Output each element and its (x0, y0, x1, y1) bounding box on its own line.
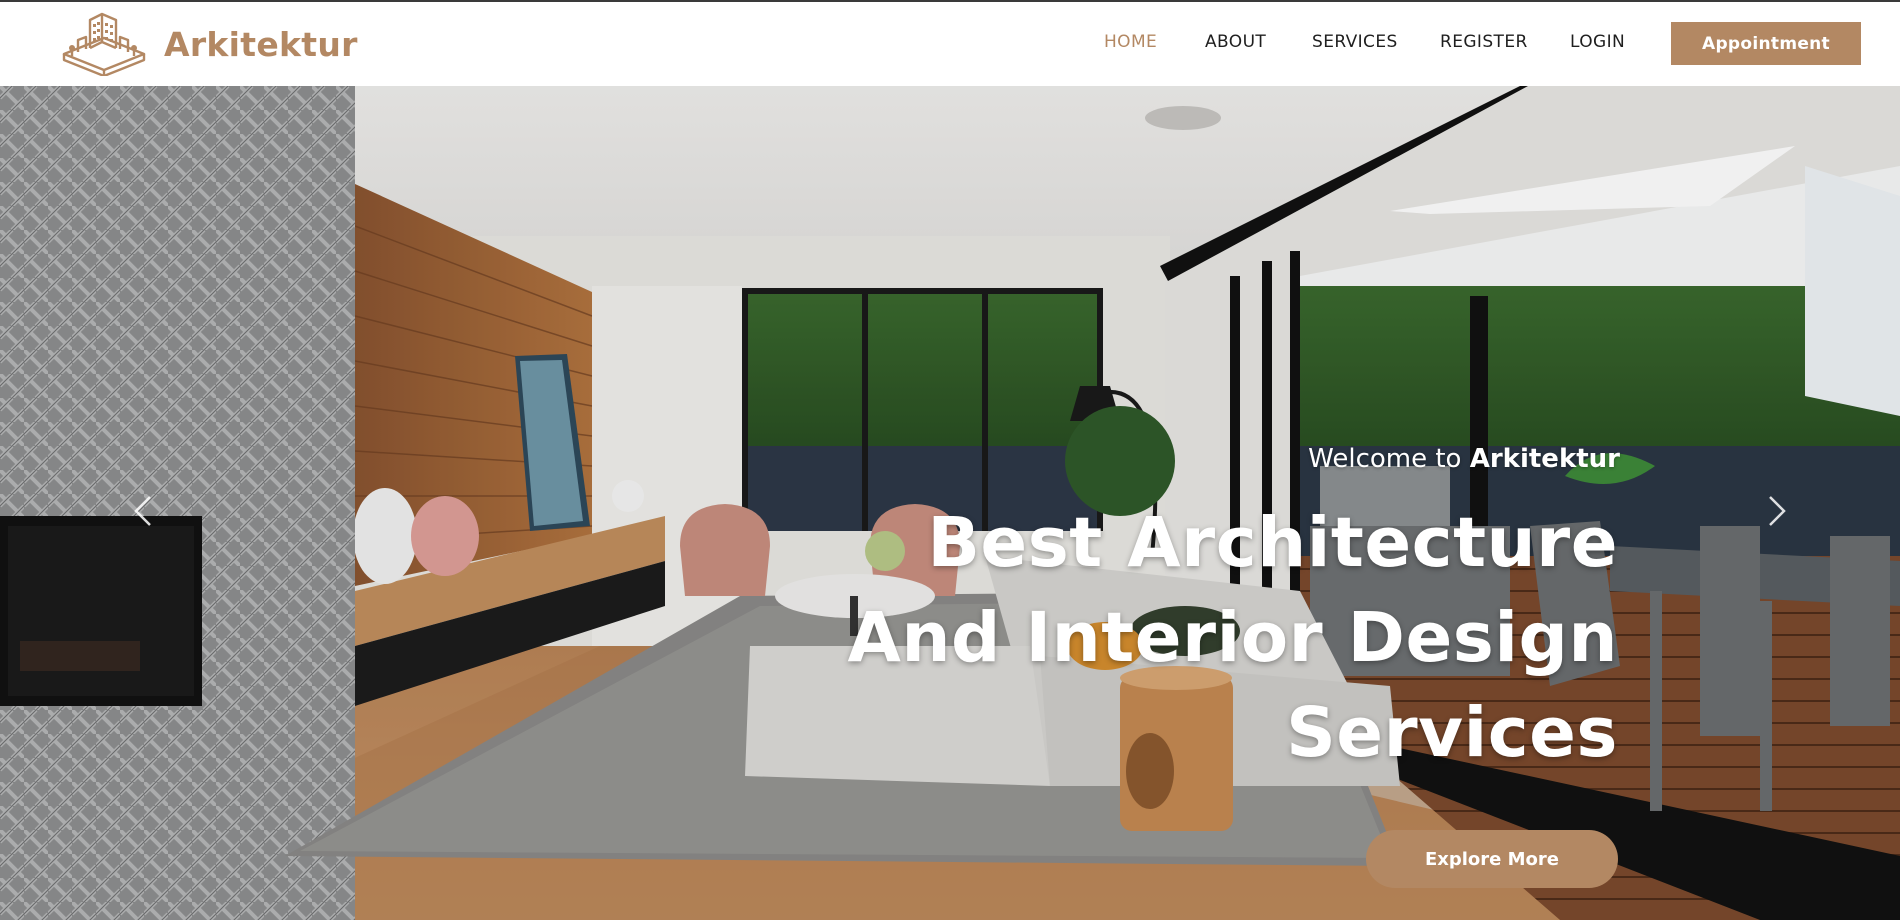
headline-line-3: Services (1286, 693, 1618, 773)
welcome-brand: Arkitektur (1469, 444, 1620, 474)
brand-name: Arkitektur (164, 24, 358, 64)
nav-register[interactable]: REGISTER (1440, 32, 1528, 52)
chevron-right-icon[interactable] (1762, 491, 1792, 531)
appointment-button[interactable]: Appointment (1671, 22, 1861, 65)
welcome-prefix: Welcome to (1308, 444, 1462, 474)
hero-welcome-text: Welcome to Arkitektur (1308, 444, 1620, 474)
headline-line-2: And Interior Design (847, 598, 1618, 678)
brand[interactable]: Arkitektur (60, 12, 358, 76)
nav-about[interactable]: ABOUT (1205, 32, 1266, 52)
building-logo-icon (62, 12, 146, 76)
site-header: Arkitektur HOME ABOUT SERVICES REGISTER … (0, 2, 1900, 86)
headline-line-1: Best Architecture (927, 503, 1618, 583)
hero-section: Welcome to Arkitektur Best Architecture … (0, 86, 1900, 920)
nav-services[interactable]: SERVICES (1312, 32, 1398, 52)
explore-more-button[interactable]: Explore More (1366, 830, 1618, 888)
nav-home[interactable]: HOME (1104, 32, 1157, 52)
nav-login[interactable]: LOGIN (1570, 32, 1625, 52)
chevron-left-icon[interactable] (128, 491, 158, 531)
hero-headline: Best Architecture And Interior Design Se… (848, 496, 1618, 781)
